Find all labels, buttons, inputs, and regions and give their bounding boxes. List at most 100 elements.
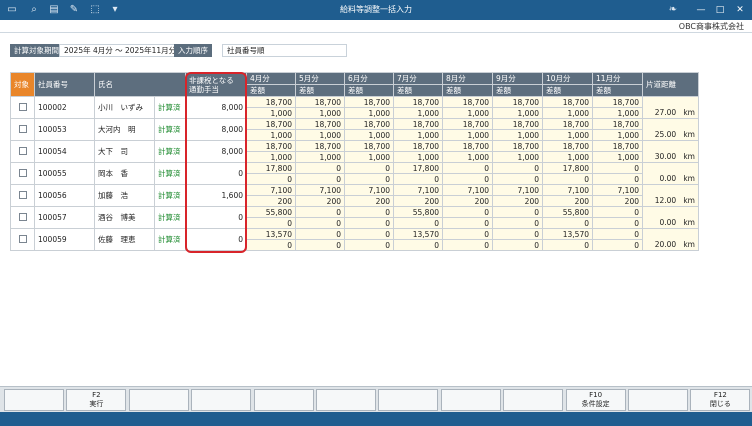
- month-amount-cell[interactable]: 17,800: [246, 162, 296, 174]
- month-amount-cell[interactable]: 18,700: [344, 96, 394, 108]
- function-key-8[interactable]: [440, 389, 501, 411]
- month-amount-cell[interactable]: 18,700: [592, 96, 643, 108]
- row-checkbox-cell[interactable]: [10, 228, 35, 251]
- distance-cell[interactable]: 27.00 km: [642, 96, 699, 119]
- function-key-6[interactable]: [316, 389, 376, 411]
- month-amount-cell[interactable]: 18,700: [344, 140, 394, 152]
- table-row[interactable]: 100056 加藤 浩計算済 1,600 7,100 7,100 7,100 7,100 7,…: [10, 184, 699, 207]
- period-value[interactable]: 2025年 4月分 〜 2025年11月分: [59, 44, 182, 57]
- month-amount-cell[interactable]: 18,700: [295, 140, 345, 152]
- month-amount-cell[interactable]: 0: [492, 228, 543, 240]
- distance-cell[interactable]: 20.00 km: [642, 228, 699, 251]
- row-checkbox-cell[interactable]: [10, 184, 35, 207]
- distance-cell[interactable]: 25.00 km: [642, 118, 699, 141]
- table-row[interactable]: 100057 酒谷 博美 計算済 0 55,800 0 0 55,800 0 0 55,800 0 0.…: [10, 206, 699, 229]
- month-amount-cell[interactable]: 55,800: [393, 206, 443, 218]
- month-amount-cell[interactable]: 17,800: [393, 162, 443, 174]
- month-amount-cell[interactable]: 13,570: [542, 228, 593, 240]
- allowance-cell[interactable]: 8,000: [185, 140, 247, 163]
- month-amount-cell[interactable]: 18,700: [592, 140, 643, 152]
- row-checkbox[interactable]: [18, 234, 27, 243]
- row-checkbox-cell[interactable]: [10, 206, 35, 229]
- month-amount-cell[interactable]: 18,700: [592, 118, 643, 130]
- function-key-11[interactable]: [628, 389, 688, 411]
- table-row[interactable]: 100054 大下 司計算済 8,000 18,700 18,700 18,700 18,7…: [10, 140, 699, 163]
- month-amount-cell[interactable]: 7,100: [592, 184, 643, 196]
- row-checkbox[interactable]: [18, 168, 27, 177]
- table-row[interactable]: 100055 岡本 香計算済 0 17,800 0 0 17,800 0 0 17,800 0 0.0…: [10, 162, 699, 185]
- function-key-5[interactable]: [253, 389, 314, 411]
- month-amount-cell[interactable]: 18,700: [344, 118, 394, 130]
- month-amount-cell[interactable]: 0: [492, 206, 543, 218]
- row-checkbox[interactable]: [18, 190, 27, 199]
- month-amount-cell[interactable]: 7,100: [246, 184, 296, 196]
- function-key-1[interactable]: [4, 389, 64, 411]
- month-amount-cell[interactable]: 7,100: [492, 184, 543, 196]
- month-amount-cell[interactable]: 18,700: [246, 96, 296, 108]
- order-value[interactable]: 社員番号順: [222, 44, 347, 57]
- month-amount-cell[interactable]: 18,700: [442, 96, 493, 108]
- month-amount-cell[interactable]: 7,100: [344, 184, 394, 196]
- month-amount-cell[interactable]: 18,700: [393, 96, 443, 108]
- maximize-button[interactable]: □: [713, 3, 727, 17]
- minimize-button[interactable]: —: [694, 3, 708, 17]
- month-amount-cell[interactable]: 0: [344, 228, 394, 240]
- allowance-cell[interactable]: 8,000: [185, 96, 247, 119]
- distance-cell[interactable]: 0.00 km: [642, 162, 699, 185]
- month-amount-cell[interactable]: 7,100: [393, 184, 443, 196]
- row-checkbox[interactable]: [18, 124, 27, 133]
- month-amount-cell[interactable]: 18,700: [246, 140, 296, 152]
- function-key-3[interactable]: [128, 389, 189, 411]
- month-amount-cell[interactable]: 18,700: [542, 118, 593, 130]
- function-key-10[interactable]: F10 条件設定: [565, 389, 626, 411]
- allowance-header[interactable]: 非課税となる 通勤手当: [185, 72, 247, 97]
- row-checkbox[interactable]: [18, 212, 27, 221]
- table-row[interactable]: 100053 大河内 明計算済 8,000 18,700 18,700 18,700 18,…: [10, 118, 699, 141]
- month-amount-cell[interactable]: 7,100: [295, 184, 345, 196]
- month-amount-cell[interactable]: 18,700: [393, 118, 443, 130]
- target-header[interactable]: 対象: [10, 72, 35, 97]
- name-header[interactable]: 氏名: [94, 72, 186, 97]
- month-amount-cell[interactable]: 0: [592, 228, 643, 240]
- row-checkbox-cell[interactable]: [10, 140, 35, 163]
- allowance-cell[interactable]: 1,600: [185, 184, 247, 207]
- month-amount-cell[interactable]: 18,700: [442, 140, 493, 152]
- distance-cell[interactable]: 30.00 km: [642, 140, 699, 163]
- emp-no-header[interactable]: 社員番号: [34, 72, 95, 97]
- month-amount-cell[interactable]: 0: [344, 206, 394, 218]
- row-checkbox-cell[interactable]: [10, 162, 35, 185]
- allowance-cell[interactable]: 0: [185, 228, 247, 251]
- month-amount-cell[interactable]: 18,700: [492, 96, 543, 108]
- month-amount-cell[interactable]: 55,800: [246, 206, 296, 218]
- month-amount-cell[interactable]: 0: [442, 228, 493, 240]
- allowance-cell[interactable]: 0: [185, 162, 247, 185]
- function-key-9[interactable]: [503, 389, 564, 411]
- distance-cell[interactable]: 0.00 km: [642, 206, 699, 229]
- month-amount-cell[interactable]: 17,800: [542, 162, 593, 174]
- month-amount-cell[interactable]: 0: [295, 206, 345, 218]
- row-checkbox[interactable]: [18, 146, 27, 155]
- month-amount-cell[interactable]: 18,700: [542, 140, 593, 152]
- month-amount-cell[interactable]: 18,700: [393, 140, 443, 152]
- month-amount-cell[interactable]: 0: [592, 206, 643, 218]
- month-amount-cell[interactable]: 18,700: [442, 118, 493, 130]
- month-amount-cell[interactable]: 18,700: [295, 96, 345, 108]
- month-amount-cell[interactable]: 0: [344, 162, 394, 174]
- table-row[interactable]: 100059 佐藤 理恵 計算済 0 13,570 0 0 13,570 0 0 13,570 0 20…: [10, 228, 699, 251]
- allowance-cell[interactable]: 8,000: [185, 118, 247, 141]
- month-amount-cell[interactable]: 18,700: [542, 96, 593, 108]
- month-amount-cell[interactable]: 0: [492, 162, 543, 174]
- month-amount-cell[interactable]: 55,800: [542, 206, 593, 218]
- month-amount-cell[interactable]: 18,700: [492, 140, 543, 152]
- function-key-7[interactable]: [378, 389, 439, 411]
- month-amount-cell[interactable]: 18,700: [295, 118, 345, 130]
- month-amount-cell[interactable]: 18,700: [246, 118, 296, 130]
- month-amount-cell[interactable]: 7,100: [542, 184, 593, 196]
- function-key-4[interactable]: [191, 389, 252, 411]
- row-checkbox-cell[interactable]: [10, 96, 35, 119]
- allowance-cell[interactable]: 0: [185, 206, 247, 229]
- month-amount-cell[interactable]: 18,700: [492, 118, 543, 130]
- month-amount-cell[interactable]: 0: [442, 162, 493, 174]
- distance-cell[interactable]: 12.00 km: [642, 184, 699, 207]
- month-amount-cell[interactable]: 13,570: [393, 228, 443, 240]
